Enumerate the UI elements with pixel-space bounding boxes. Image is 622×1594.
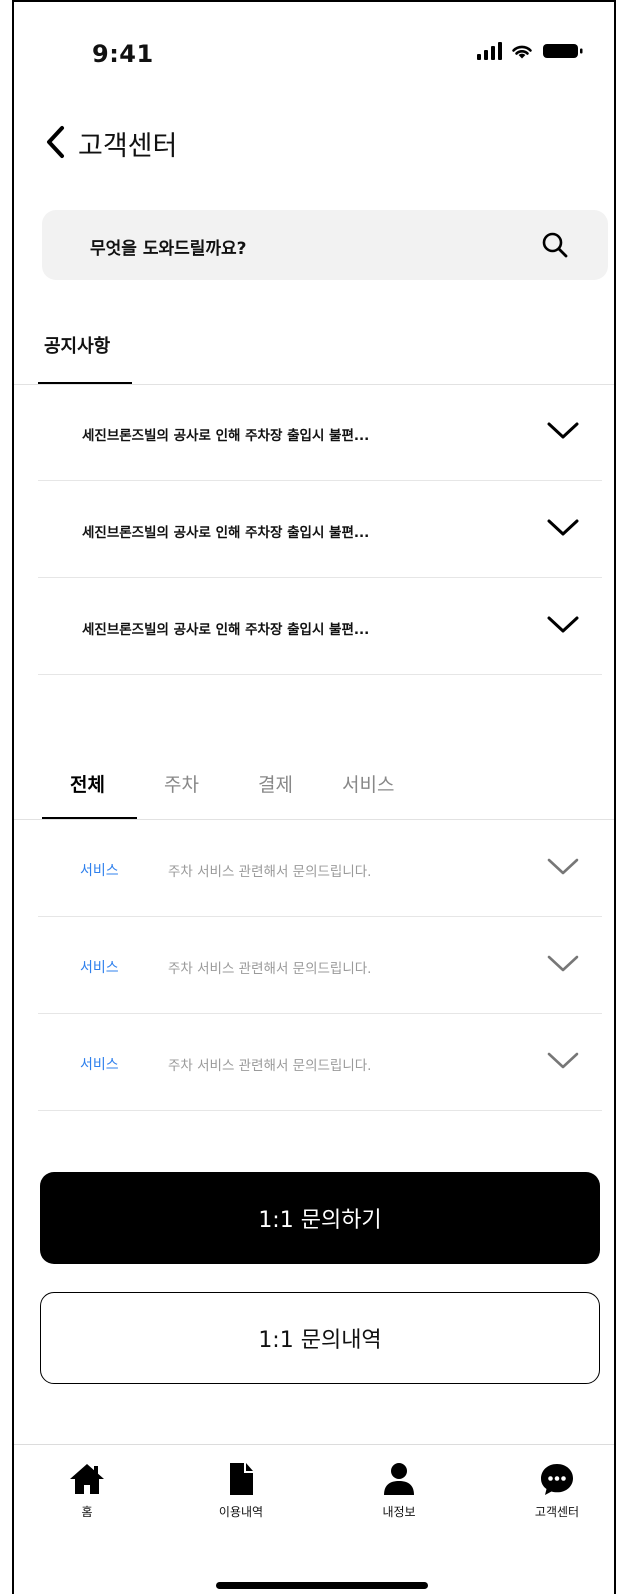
- notice-title: 세진브론즈빌의 공사로 인해 주차장 출입시 불편...: [82, 525, 370, 541]
- tab-bar-label: 홈: [81, 1505, 93, 1519]
- cellular-signal-icon: [477, 42, 502, 60]
- tab-bar-label: 내정보: [382, 1505, 416, 1519]
- notice-title: 세진브론즈빌의 공사로 인해 주차장 출입시 불편...: [82, 622, 370, 638]
- faq-item[interactable]: 서비스 주차 서비스 관련해서 문의드립니다.: [38, 820, 602, 917]
- chat-bubble-icon: [541, 1464, 573, 1495]
- chevron-down-icon[interactable]: [546, 517, 580, 539]
- status-bar: 9:41: [14, 2, 614, 102]
- faq-category: 서비스: [80, 1057, 119, 1073]
- tab-parking[interactable]: 주차: [164, 770, 199, 797]
- phone-screen: 9:41 고객센터 무엇을 도와드릴까요? 공지사항 세진브론즈빌의 공사로 인…: [12, 0, 616, 1594]
- battery-icon: [543, 44, 583, 58]
- tab-bar-label: 고객센터: [534, 1505, 580, 1519]
- chevron-down-icon[interactable]: [546, 614, 580, 636]
- person-icon: [384, 1463, 414, 1495]
- tab-bar-history[interactable]: 이용내역: [196, 1459, 286, 1520]
- tab-bar-my-info[interactable]: 내정보: [354, 1459, 444, 1520]
- chevron-down-icon[interactable]: [546, 1050, 580, 1072]
- status-time: 9:41: [92, 40, 154, 68]
- notice-item[interactable]: 세진브론즈빌의 공사로 인해 주차장 출입시 불편...: [38, 481, 602, 578]
- faq-question: 주차 서비스 관련해서 문의드립니다.: [168, 864, 372, 880]
- nav-header: 고객센터: [14, 112, 614, 172]
- notice-item[interactable]: 세진브론즈빌의 공사로 인해 주차장 출입시 불편...: [38, 384, 602, 481]
- tab-bar-customer-center[interactable]: 고객센터: [512, 1459, 602, 1520]
- chevron-down-icon[interactable]: [546, 420, 580, 442]
- tab-service[interactable]: 서비스: [342, 770, 394, 797]
- bottom-tab-bar: 홈 이용내역 내정보 고객센터: [14, 1444, 614, 1594]
- inquiry-button[interactable]: 1:1 문의하기: [40, 1172, 600, 1264]
- search-bar[interactable]: 무엇을 도와드릴까요?: [42, 210, 608, 280]
- tab-payment[interactable]: 결제: [258, 770, 293, 797]
- tab-bar-label: 이용내역: [218, 1505, 264, 1519]
- tab-all[interactable]: 전체: [70, 770, 105, 797]
- faq-question: 주차 서비스 관련해서 문의드립니다.: [168, 1058, 372, 1074]
- faq-item[interactable]: 서비스 주차 서비스 관련해서 문의드립니다.: [38, 1014, 602, 1111]
- notice-title: 세진브론즈빌의 공사로 인해 주차장 출입시 불편...: [82, 428, 370, 444]
- faq-tabs: 전체 주차 결제 서비스: [14, 770, 614, 820]
- tab-bar-home[interactable]: 홈: [42, 1459, 132, 1520]
- page-title: 고객센터: [78, 131, 178, 162]
- home-icon: [70, 1464, 104, 1494]
- wifi-icon: [512, 45, 532, 59]
- faq-category: 서비스: [80, 960, 119, 976]
- home-indicator[interactable]: [216, 1582, 428, 1589]
- faq-category: 서비스: [80, 863, 119, 879]
- chevron-down-icon[interactable]: [546, 953, 580, 975]
- tab-notices[interactable]: 공지사항: [44, 332, 110, 358]
- faq-question: 주차 서비스 관련해서 문의드립니다.: [168, 961, 372, 977]
- inquiry-history-button[interactable]: 1:1 문의내역: [40, 1292, 600, 1384]
- search-placeholder: 무엇을 도와드릴까요?: [90, 239, 247, 259]
- faq-item[interactable]: 서비스 주차 서비스 관련해서 문의드립니다.: [38, 917, 602, 1014]
- back-arrow-icon[interactable]: [40, 122, 70, 162]
- notice-item[interactable]: 세진브론즈빌의 공사로 인해 주차장 출입시 불편...: [38, 578, 602, 675]
- document-icon: [230, 1463, 253, 1495]
- search-icon[interactable]: [540, 230, 570, 260]
- chevron-down-icon[interactable]: [546, 856, 580, 878]
- status-icons: [477, 42, 584, 60]
